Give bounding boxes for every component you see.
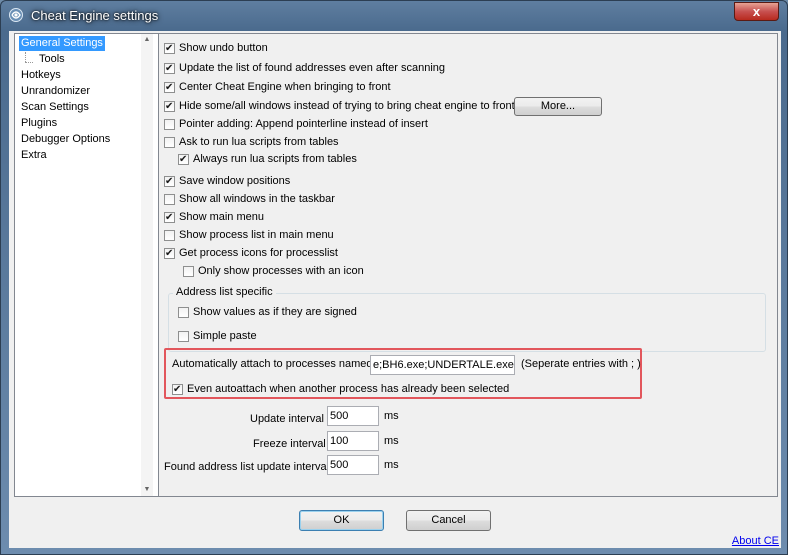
tree-connector [25, 52, 26, 62]
ask-lua-option[interactable]: Ask to run lua scripts from tables [164, 134, 339, 150]
hide-windows-option[interactable]: Hide some/all windows instead of trying … [164, 98, 515, 115]
checkbox[interactable] [164, 136, 175, 148]
option-label: Show main menu [179, 211, 264, 223]
checkbox[interactable] [178, 306, 189, 318]
center-ce-option[interactable]: Center Cheat Engine when bringing to fro… [164, 79, 391, 96]
tree-connector [25, 62, 33, 63]
show-undo-option[interactable]: Show undo button [164, 40, 268, 57]
simple-paste-option[interactable]: Simple paste [178, 328, 257, 344]
title-bar[interactable]: Cheat Engine settings x [1, 1, 787, 31]
checkbox[interactable] [178, 330, 189, 342]
autoattach-hint: (Seperate entries with ; ) [521, 358, 641, 370]
checkbox[interactable] [172, 382, 183, 398]
option-label: Pointer adding: Append pointerline inste… [179, 118, 428, 130]
found-list-interval-input[interactable]: 500 [327, 455, 379, 475]
close-button[interactable]: x [734, 2, 779, 21]
update-interval-unit: ms [384, 410, 399, 422]
option-label: Always run lua scripts from tables [193, 153, 357, 165]
settings-window: Cheat Engine settings x General Settings… [0, 0, 788, 555]
panel-scrollbar[interactable]: ▲ ▼ [141, 34, 153, 496]
checkbox[interactable] [178, 152, 189, 168]
sidebar-item-extra[interactable]: Extra [19, 148, 49, 163]
option-label: Simple paste [193, 330, 257, 342]
option-label: Ask to run lua scripts from tables [179, 136, 339, 148]
update-interval-input[interactable]: 500 [327, 406, 379, 426]
pointer-adding-option[interactable]: Pointer adding: Append pointerline inste… [164, 116, 428, 132]
checkbox[interactable] [183, 265, 194, 277]
option-label: Even autoattach when another process has… [187, 383, 510, 395]
autoattach-input[interactable]: e;BH6.exe;UNDERTALE.exe [370, 355, 515, 375]
sidebar-item-debugger-options[interactable]: Debugger Options [19, 132, 112, 147]
more-button[interactable]: More... [514, 97, 602, 116]
option-label: Show process list in main menu [179, 229, 334, 241]
freeze-interval-label: Freeze interval [253, 438, 326, 450]
cancel-button[interactable]: Cancel [406, 510, 491, 531]
show-process-list-option[interactable]: Show process list in main menu [164, 227, 334, 243]
scroll-up-icon[interactable]: ▲ [141, 34, 153, 46]
cheat-engine-icon [9, 8, 23, 22]
close-icon: x [752, 4, 761, 19]
checkbox[interactable] [164, 41, 175, 57]
only-with-icon-option[interactable]: Only show processes with an icon [183, 263, 364, 279]
option-label: Show all windows in the taskbar [179, 193, 335, 205]
checkbox[interactable] [164, 210, 175, 226]
sidebar-item-scan-settings[interactable]: Scan Settings [19, 100, 91, 115]
option-label: Center Cheat Engine when bringing to fro… [179, 81, 391, 93]
update-found-list-option[interactable]: Update the list of found addresses even … [164, 60, 446, 77]
freeze-interval-unit: ms [384, 435, 399, 447]
general-settings-panel: Show undo button Update the list of foun… [158, 33, 778, 497]
show-main-menu-option[interactable]: Show main menu [164, 209, 264, 226]
update-interval-label: Update interval [250, 413, 324, 425]
show-signed-option[interactable]: Show values as if they are signed [178, 304, 357, 320]
sidebar-item-tools[interactable]: Tools [37, 52, 67, 67]
found-list-interval-unit: ms [384, 459, 399, 471]
checkbox[interactable] [164, 118, 175, 130]
checkbox[interactable] [164, 246, 175, 262]
save-window-positions-option[interactable]: Save window positions [164, 173, 291, 190]
sidebar-item-unrandomizer[interactable]: Unrandomizer [19, 84, 92, 99]
option-label: Only show processes with an icon [198, 265, 364, 277]
sidebar-item-hotkeys[interactable]: Hotkeys [19, 68, 63, 83]
autoattach-label: Automatically attach to processes named [172, 358, 373, 370]
sidebar-item-plugins[interactable]: Plugins [19, 116, 59, 131]
about-ce-link[interactable]: About CE [732, 535, 779, 547]
option-label: Hide some/all windows instead of trying … [179, 100, 515, 112]
checkbox[interactable] [164, 80, 175, 96]
checkbox[interactable] [164, 99, 175, 115]
checkbox[interactable] [164, 61, 175, 77]
even-autoattach-option[interactable]: Even autoattach when another process has… [172, 381, 510, 398]
checkbox[interactable] [164, 174, 175, 190]
checkbox[interactable] [164, 193, 175, 205]
window-title: Cheat Engine settings [31, 8, 159, 23]
sidebar-item-general-settings[interactable]: General Settings [19, 36, 105, 51]
checkbox[interactable] [164, 229, 175, 241]
option-label: Get process icons for processlist [179, 247, 338, 259]
scroll-down-icon[interactable]: ▼ [141, 484, 153, 496]
ok-button[interactable]: OK [299, 510, 384, 531]
option-label: Save window positions [179, 175, 291, 187]
get-process-icons-option[interactable]: Get process icons for processlist [164, 245, 338, 262]
group-title: Address list specific [173, 286, 276, 298]
address-list-group: Address list specific Show values as if … [168, 286, 766, 352]
freeze-interval-input[interactable]: 100 [327, 431, 379, 451]
option-label: Show values as if they are signed [193, 306, 357, 318]
client-area: General Settings Tools Hotkeys Unrandomi… [9, 31, 781, 548]
autoattach-highlight: Automatically attach to processes named … [164, 348, 642, 399]
option-label: Show undo button [179, 42, 268, 54]
found-list-interval-label: Found address list update interval [164, 461, 330, 473]
show-all-taskbar-option[interactable]: Show all windows in the taskbar [164, 191, 335, 207]
always-lua-option[interactable]: Always run lua scripts from tables [178, 151, 357, 168]
option-label: Update the list of found addresses even … [179, 62, 446, 74]
